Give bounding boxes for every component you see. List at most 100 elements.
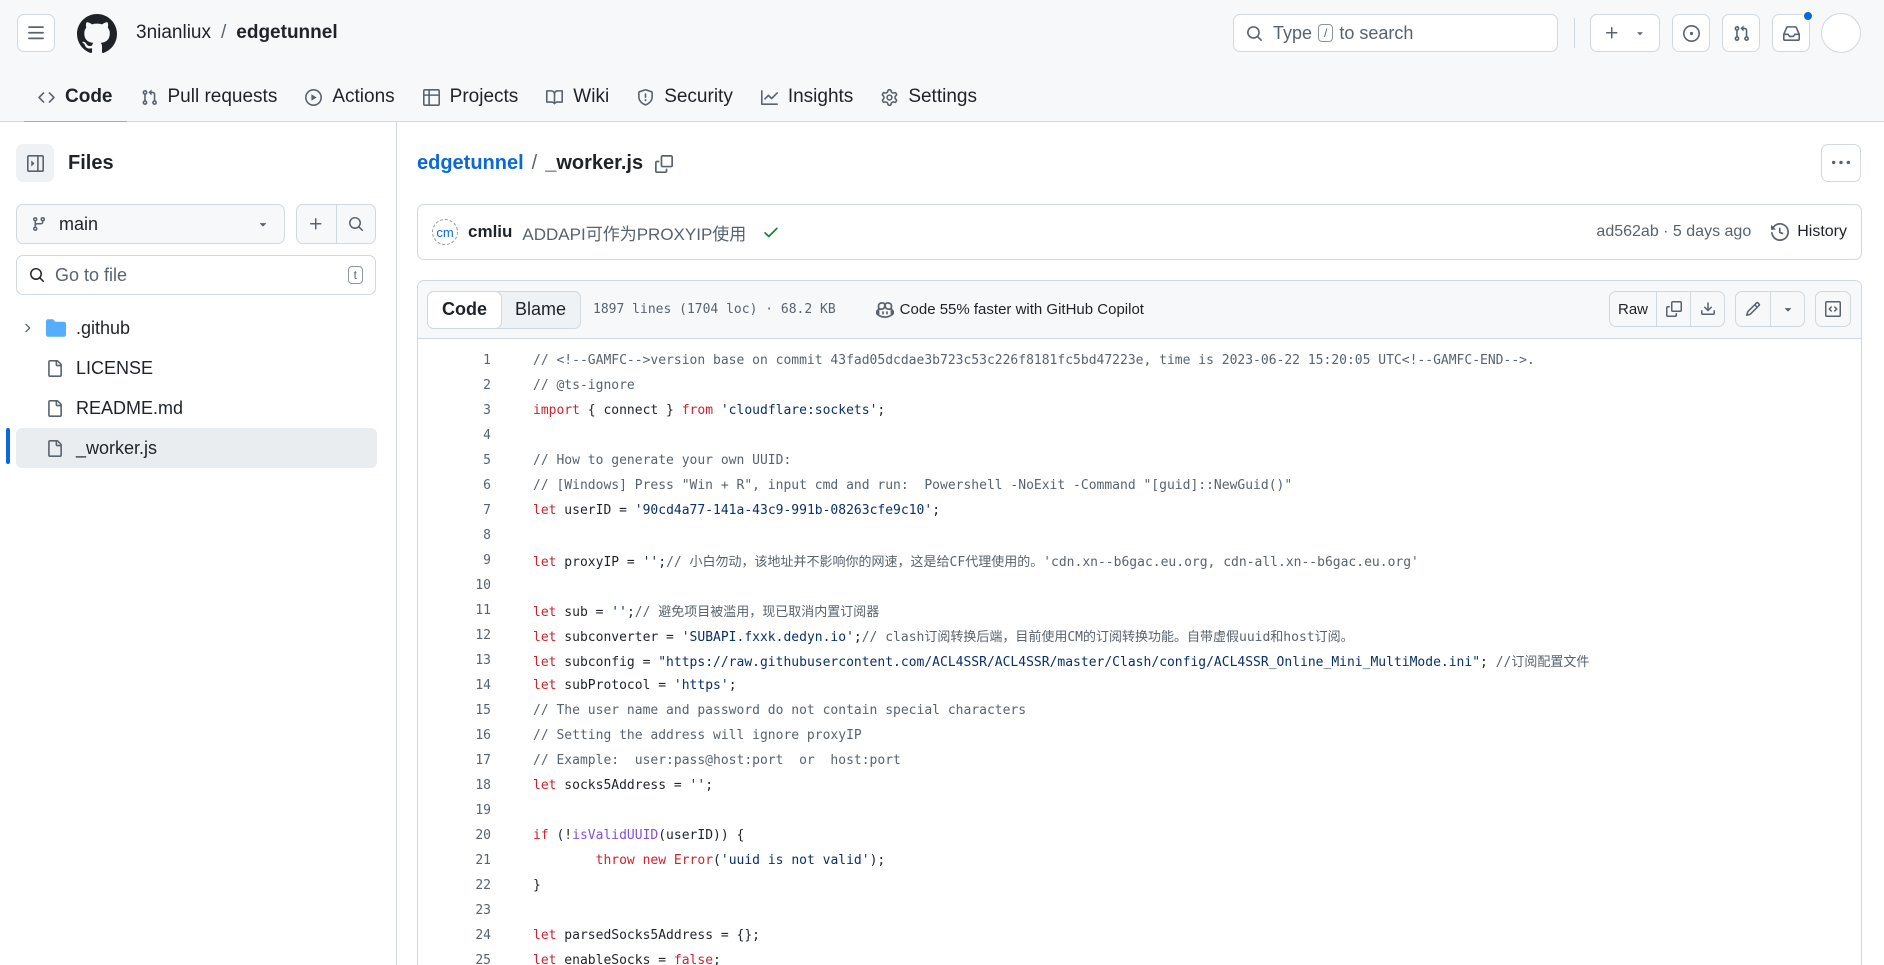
search-icon [30, 268, 44, 282]
collapse-sidebar-button[interactable] [16, 144, 54, 182]
line-number[interactable]: 4 [418, 428, 491, 443]
line-number[interactable]: 18 [418, 778, 491, 793]
line-number[interactable]: 25 [418, 953, 491, 965]
check-icon[interactable] [762, 223, 780, 241]
edit-file-button[interactable] [1736, 292, 1770, 326]
line-number[interactable]: 24 [418, 928, 491, 943]
path-current-file: _worker.js [545, 152, 644, 174]
tab-code[interactable]: Code [24, 72, 127, 123]
tab-wiki[interactable]: Wiki [532, 72, 623, 122]
copilot-promo-text: Code 55% faster with GitHub Copilot [899, 301, 1144, 318]
go-to-file-shortcut: t [347, 266, 363, 284]
owner-link[interactable]: 3nianliux [136, 22, 211, 44]
search-shortcut-key: / [1318, 24, 1334, 42]
triangle-down-icon [259, 223, 267, 227]
repo-link[interactable]: edgetunnel [236, 22, 337, 44]
code-line: 9 let proxyIP = '';// 小白勿动，该地址并不影响你的网速，这是… [418, 548, 1861, 573]
file-path-breadcrumb: edgetunnel / _worker.js [417, 152, 674, 175]
line-number[interactable]: 22 [418, 878, 491, 893]
line-content: let parsedSocks5Address = {}; [533, 928, 760, 943]
create-new-button[interactable] [1590, 14, 1660, 52]
copy-icon[interactable] [655, 154, 674, 173]
line-number[interactable]: 6 [418, 478, 491, 493]
code-line: 3 import { connect } from 'cloudflare:soc… [418, 398, 1861, 423]
tab-security[interactable]: Security [623, 72, 747, 122]
line-number[interactable]: 1 [418, 353, 491, 368]
tab-settings[interactable]: Settings [867, 72, 991, 122]
tab-actions[interactable]: Actions [291, 72, 408, 122]
history-button[interactable]: History [1771, 223, 1847, 241]
tree-item-github-folder[interactable]: .github [0, 308, 397, 348]
line-number[interactable]: 19 [418, 803, 491, 818]
selected-indicator [6, 428, 10, 464]
history-label: History [1797, 223, 1847, 240]
user-avatar[interactable] [1821, 13, 1861, 53]
shield-icon [638, 88, 654, 106]
issue-opened-icon [1682, 24, 1700, 42]
add-file-button[interactable] [297, 205, 337, 243]
line-number[interactable]: 12 [418, 628, 491, 643]
issues-button[interactable] [1672, 14, 1710, 52]
tab-pull-requests[interactable]: Pull requests [127, 72, 292, 122]
code-line: 12 let subconverter = 'SUBAPI.fxxk.dedyn.… [418, 623, 1861, 648]
commit-message[interactable]: ADDAPI可作为PROXYIP使用 [522, 220, 746, 245]
line-number[interactable]: 3 [418, 403, 491, 418]
line-number[interactable]: 16 [418, 728, 491, 743]
github-logo-link[interactable] [77, 14, 117, 54]
chevron-right-icon[interactable] [20, 321, 34, 335]
line-number[interactable]: 14 [418, 678, 491, 693]
line-number[interactable]: 9 [418, 553, 491, 568]
blame-view-button[interactable]: Blame [501, 292, 580, 328]
pull-requests-button[interactable] [1722, 14, 1760, 52]
line-number[interactable]: 17 [418, 753, 491, 768]
divider [1574, 18, 1575, 48]
global-bar: 3nianliux / edgetunnel Type / to search [0, 0, 1884, 68]
code-view-button[interactable]: Code [427, 290, 502, 329]
go-to-file-input[interactable]: Go to file t [16, 255, 376, 295]
path-repo-link[interactable]: edgetunnel [417, 152, 524, 175]
line-number[interactable]: 21 [418, 853, 491, 868]
view-switcher: Code Blame [427, 290, 582, 329]
avatar[interactable]: cm [432, 219, 458, 245]
copilot-promo-link[interactable]: Code 55% faster with GitHub Copilot [875, 301, 1144, 319]
code-line: 22} [418, 873, 1861, 898]
line-number[interactable]: 13 [418, 653, 491, 668]
tab-projects[interactable]: Projects [409, 72, 533, 122]
tab-label: Actions [332, 86, 395, 107]
copy-raw-button[interactable] [1656, 292, 1690, 326]
download-button[interactable] [1690, 292, 1724, 326]
search-input[interactable]: Type / to search [1233, 14, 1558, 52]
search-files-button[interactable] [337, 205, 376, 243]
menu-button[interactable] [17, 14, 55, 52]
code-line: 24 let parsedSocks5Address = {}; [418, 923, 1861, 948]
line-content: } [533, 878, 541, 893]
code-line: 16 // Setting the address will ignore pro… [418, 723, 1861, 748]
code-line: 6 // [Windows] Press "Win + R", input cmd… [418, 473, 1861, 498]
search-prefix: Type [1273, 22, 1313, 43]
line-number[interactable]: 7 [418, 503, 491, 518]
raw-button[interactable]: Raw [1610, 292, 1656, 326]
line-content: let subProtocol = 'https'; [533, 678, 737, 693]
branch-selector[interactable]: main [16, 204, 285, 244]
code-line: 25 let enableSocks = false; [418, 948, 1861, 965]
commit-author[interactable]: cmliu [468, 222, 512, 242]
line-number[interactable]: 8 [418, 528, 491, 543]
tree-item-worker-js[interactable]: _worker.js [16, 428, 377, 468]
commit-meta[interactable]: ad562ab · 5 days ago [1596, 223, 1751, 241]
line-number[interactable]: 15 [418, 703, 491, 718]
tree-item-readme[interactable]: README.md [0, 388, 397, 428]
line-number[interactable]: 5 [418, 453, 491, 468]
line-number[interactable]: 23 [418, 903, 491, 918]
line-number[interactable]: 11 [418, 603, 491, 618]
tree-item-license[interactable]: LICENSE [0, 348, 397, 388]
line-content: let subconverter = 'SUBAPI.fxxk.dedyn.io… [533, 630, 1354, 645]
line-number[interactable]: 2 [418, 378, 491, 393]
code-line: 11 let sub = '';// 避免项目被滥用，现已取消内置订阅器 [418, 598, 1861, 623]
symbols-panel-button[interactable] [1816, 292, 1850, 326]
line-number[interactable]: 20 [418, 828, 491, 843]
edit-options-dropdown[interactable] [1770, 292, 1804, 326]
tab-insights[interactable]: Insights [747, 72, 867, 122]
line-number[interactable]: 10 [418, 578, 491, 593]
line-content: // Example: user:pass@host:port or host:… [533, 753, 901, 768]
more-options-button[interactable] [1821, 144, 1861, 182]
